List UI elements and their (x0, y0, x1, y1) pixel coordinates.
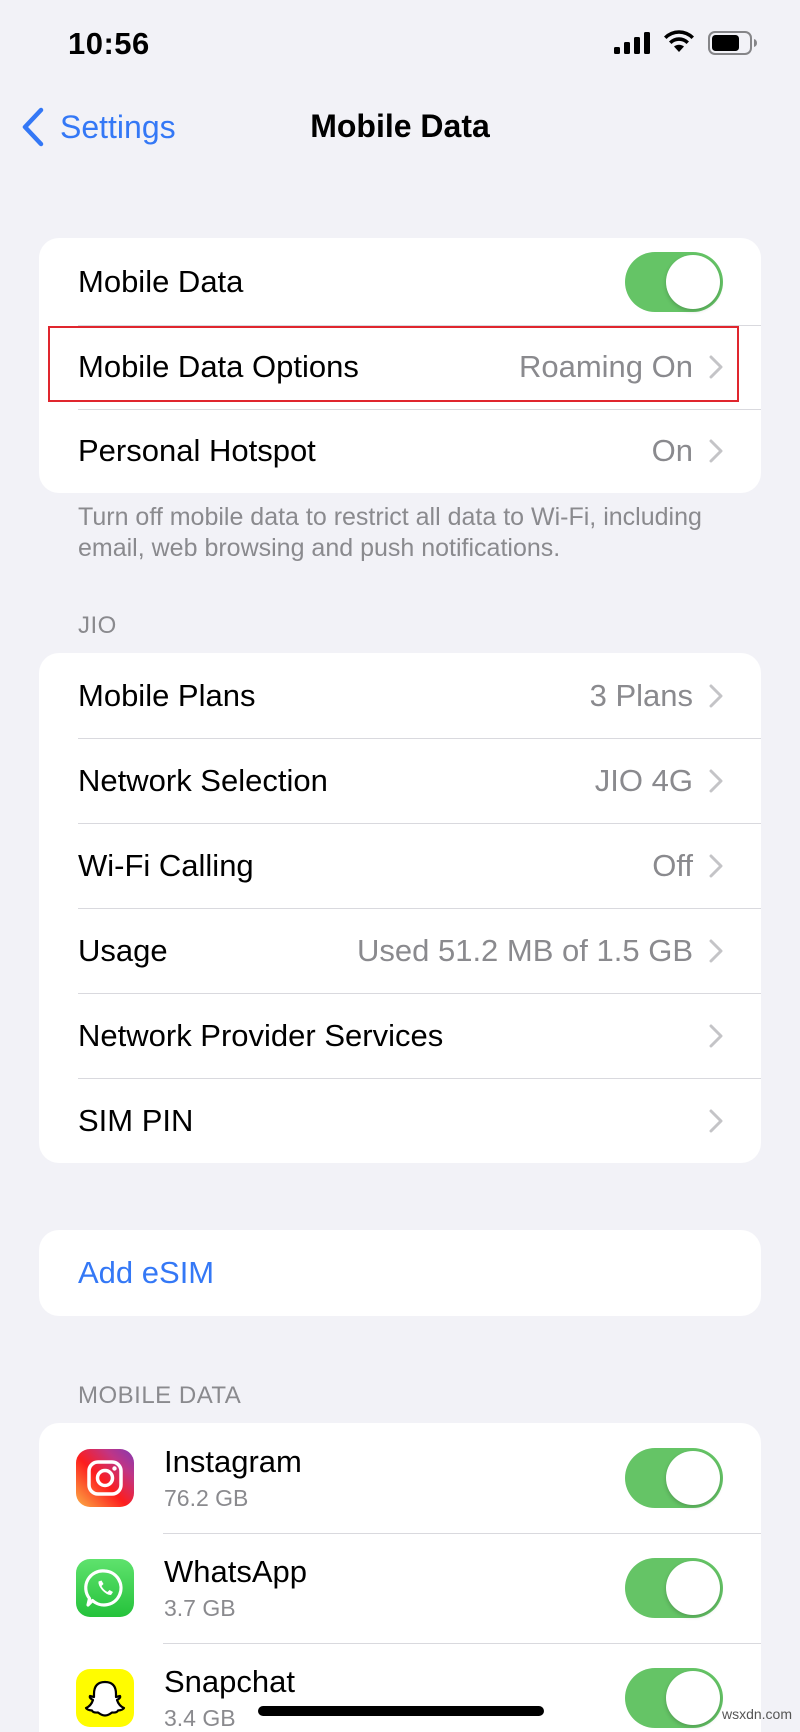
row-separator (163, 1533, 761, 1534)
status-bar: 10:56 (0, 0, 800, 90)
mobile-plans-row[interactable]: Mobile Plans 3 Plans (39, 653, 761, 738)
app-name: Snapchat (164, 1664, 295, 1699)
chevron-right-icon (709, 854, 723, 877)
row-separator (78, 908, 761, 909)
instagram-toggle[interactable] (625, 1448, 723, 1508)
snapchat-icon (76, 1669, 134, 1727)
mobile-data-toggle[interactable] (625, 251, 723, 312)
network-provider-services-label: Network Provider Services (78, 1017, 444, 1053)
usage-row[interactable]: Usage Used 51.2 MB of 1.5 GB (39, 908, 761, 993)
status-time: 10:56 (68, 26, 150, 61)
network-selection-row[interactable]: Network Selection JIO 4G (39, 738, 761, 823)
row-separator (78, 993, 761, 994)
chevron-right-icon (709, 1109, 723, 1132)
personal-hotspot-value: On (651, 433, 693, 468)
toggle-knob (666, 1671, 720, 1725)
chevron-right-icon (709, 684, 723, 707)
wifi-calling-row[interactable]: Wi-Fi Calling Off (39, 823, 761, 908)
add-esim-button[interactable]: Add eSIM (39, 1230, 761, 1316)
app-name: Instagram (164, 1444, 302, 1479)
esim-group: Add eSIM (39, 1230, 761, 1316)
apps-section-header: MOBILE DATA (78, 1382, 242, 1409)
personal-hotspot-row[interactable]: Personal Hotspot On (39, 409, 761, 493)
chevron-right-icon (709, 939, 723, 962)
mobile-data-footnote: Turn off mobile data to restrict all dat… (78, 503, 702, 562)
cellular-signal-icon (614, 32, 650, 54)
chevron-right-icon (709, 769, 723, 792)
mobile-data-row: Mobile Data (39, 238, 761, 325)
instagram-icon (76, 1449, 134, 1507)
row-separator (78, 325, 761, 326)
toggle-knob (666, 254, 720, 309)
mobile-data-group: Mobile Data Mobile Data Options Roaming … (39, 238, 761, 493)
whatsapp-toggle[interactable] (625, 1558, 723, 1618)
app-data-size: 76.2 GB (164, 1485, 249, 1511)
wifi-calling-value: Off (652, 847, 693, 883)
network-selection-label: Network Selection (78, 762, 328, 798)
toggle-knob (666, 1451, 720, 1505)
row-separator (163, 1643, 761, 1644)
wifi-icon (664, 30, 694, 52)
sim-pin-row[interactable]: SIM PIN (39, 1078, 761, 1163)
snapchat-toggle[interactable] (625, 1668, 723, 1728)
row-separator (78, 738, 761, 739)
chevron-right-icon (709, 439, 723, 463)
mobile-data-label: Mobile Data (78, 263, 244, 299)
apps-group: Instagram 76.2 GB WhatsApp 3.7 GB Snapch… (39, 1423, 761, 1732)
mobile-data-options-row[interactable]: Mobile Data Options Roaming On (39, 325, 761, 409)
app-name: WhatsApp (164, 1554, 308, 1589)
mobile-plans-value: 3 Plans (589, 677, 693, 713)
row-separator (78, 409, 761, 410)
usage-label: Usage (78, 932, 168, 968)
app-row-instagram: Instagram 76.2 GB (39, 1423, 761, 1533)
network-provider-services-row[interactable]: Network Provider Services (39, 993, 761, 1078)
app-row-whatsapp: WhatsApp 3.7 GB (39, 1533, 761, 1643)
wifi-calling-label: Wi-Fi Calling (78, 847, 254, 883)
toggle-knob (666, 1561, 720, 1615)
personal-hotspot-label: Personal Hotspot (78, 433, 316, 468)
network-selection-value: JIO 4G (594, 762, 693, 798)
usage-value: Used 51.2 MB of 1.5 GB (356, 932, 693, 968)
mobile-plans-label: Mobile Plans (78, 677, 256, 713)
watermark: wsxdn.com (721, 1706, 792, 1722)
jio-group: Mobile Plans 3 Plans Network Selection J… (39, 653, 761, 1163)
mobile-data-options-label: Mobile Data Options (78, 349, 359, 384)
row-separator (78, 1078, 761, 1079)
home-indicator[interactable] (258, 1706, 544, 1716)
row-separator (78, 823, 761, 824)
add-esim-label: Add eSIM (78, 1255, 215, 1290)
whatsapp-icon (76, 1559, 134, 1617)
mobile-data-options-value: Roaming On (518, 349, 693, 384)
jio-section-header: JIO (78, 612, 117, 639)
page-title: Mobile Data (310, 108, 490, 144)
app-row-snapchat: Snapchat 3.4 GB (39, 1643, 761, 1732)
app-data-size: 3.7 GB (164, 1595, 236, 1621)
chevron-right-icon (709, 355, 723, 379)
chevron-right-icon (709, 1024, 723, 1047)
battery-icon (708, 31, 757, 55)
sim-pin-label: SIM PIN (78, 1102, 194, 1138)
